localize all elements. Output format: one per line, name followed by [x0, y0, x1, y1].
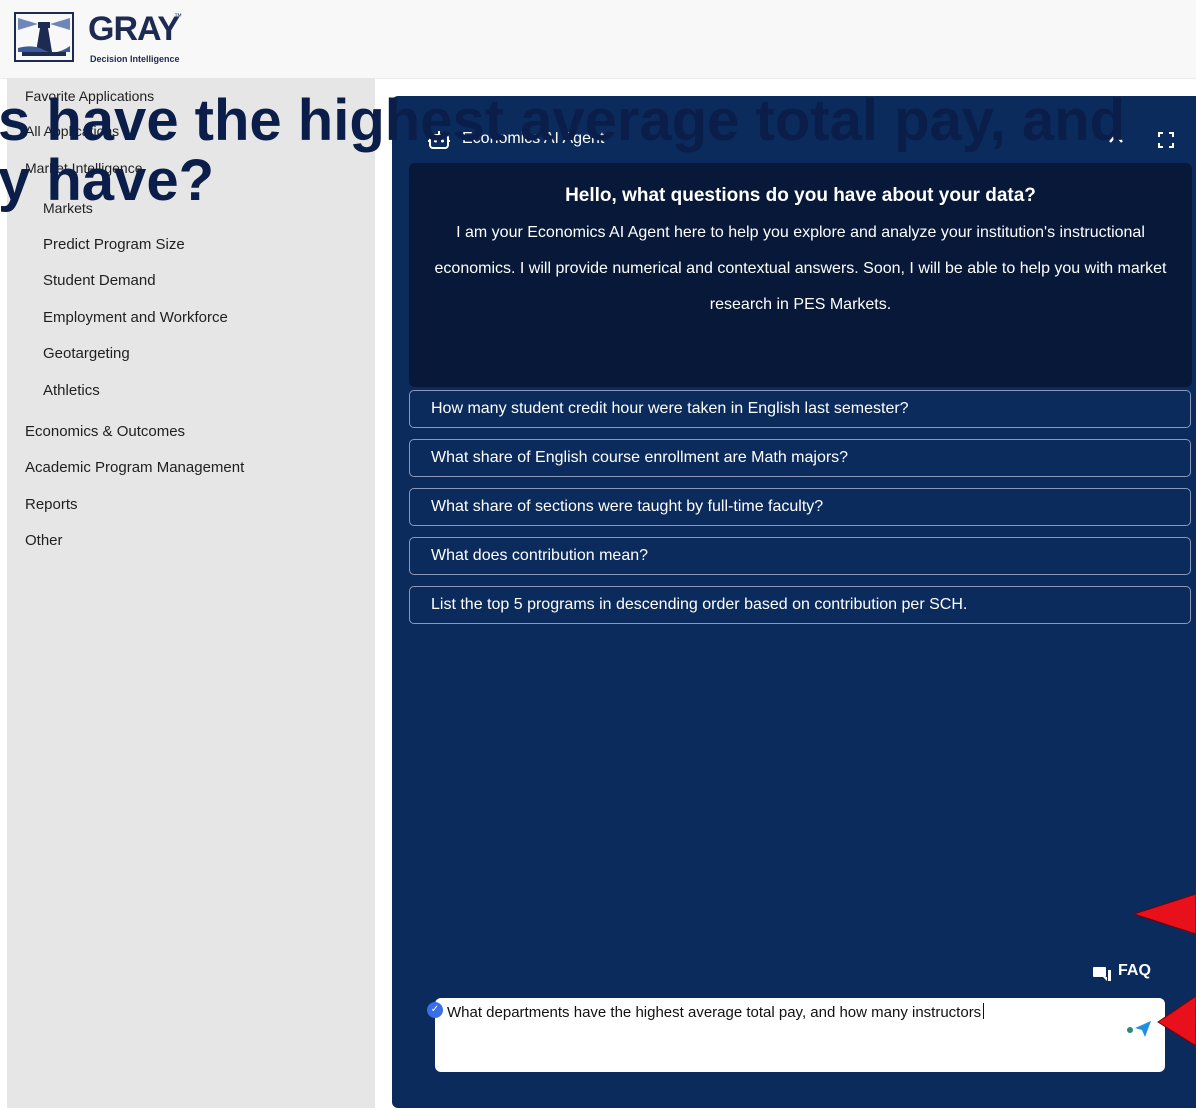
brand-tagline: Decision Intelligence [90, 54, 180, 64]
chat-input[interactable]: ✓ What departments have the highest aver… [427, 998, 1165, 1072]
chat-input-value[interactable]: What departments have the highest averag… [447, 1003, 1127, 1021]
lighthouse-logo-icon [14, 12, 74, 62]
chat-bubbles-icon[interactable] [1092, 964, 1112, 982]
fullscreen-icon[interactable] [1158, 132, 1174, 148]
check-badge-icon: ✓ [427, 1002, 443, 1018]
annotation-arrow-icon [1157, 995, 1196, 1047]
welcome-text: I am your Economics AI Agent here to hel… [434, 224, 1167, 313]
welcome-title: Hello, what questions do you have about … [565, 185, 1036, 206]
sidebar-item-academic-program-management[interactable]: Academic Program Management [25, 459, 244, 476]
suggested-question[interactable]: What share of English course enrollment … [409, 439, 1191, 477]
suggested-question[interactable]: How many student credit hour were taken … [409, 390, 1191, 428]
faq-button[interactable]: FAQ [1118, 962, 1151, 980]
brand-name: GRAY [88, 10, 180, 48]
agent-welcome-card: Hello, what questions do you have about … [409, 163, 1192, 387]
sidebar-item-employment-and-workforce[interactable]: Employment and Workforce [43, 309, 228, 326]
annotation-arrow-icon [1132, 893, 1196, 935]
overlay-caption-line-1: s have the highest average total pay, an… [0, 88, 1126, 153]
overlay-caption-line-2: y have? [0, 148, 214, 213]
suggested-question[interactable]: What share of sections were taught by fu… [409, 488, 1191, 526]
send-icon[interactable] [1125, 1018, 1153, 1038]
sidebar-item-athletics[interactable]: Athletics [43, 382, 100, 399]
sidebar-item-student-demand[interactable]: Student Demand [43, 272, 156, 289]
suggested-question[interactable]: List the top 5 programs in descending or… [409, 586, 1191, 624]
sidebar: Favorite Applications All Applications M… [7, 78, 375, 1108]
sidebar-item-geotargeting[interactable]: Geotargeting [43, 345, 130, 362]
sidebar-item-economics-outcomes[interactable]: Economics & Outcomes [25, 423, 185, 440]
sidebar-item-reports[interactable]: Reports [25, 496, 78, 513]
sidebar-item-predict-program-size[interactable]: Predict Program Size [43, 236, 185, 253]
agent-panel: Economics AI Agent Hello, what questions… [392, 96, 1196, 1108]
suggested-question[interactable]: What does contribution mean? [409, 537, 1191, 575]
top-bar: GRAY ™ Decision Intelligence [0, 0, 1196, 79]
brand-trademark: ™ [174, 12, 182, 21]
sidebar-item-other[interactable]: Other [25, 532, 63, 549]
